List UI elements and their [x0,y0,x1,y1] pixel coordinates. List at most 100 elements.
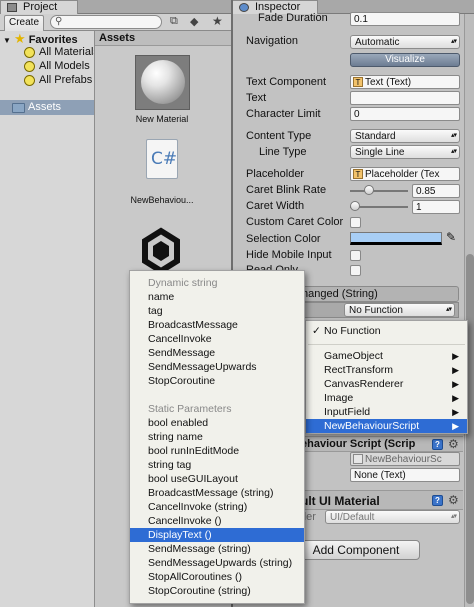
menu-item-bool-runineditmode[interactable]: bool runInEditMode [130,444,304,458]
line-type-dropdown[interactable]: Single Line [350,145,460,159]
text-field[interactable] [350,91,460,105]
submenu-arrow-icon: ▶ [452,407,459,417]
assets-breadcrumb-label[interactable]: Assets [99,32,135,44]
menu-item-name[interactable]: name [130,290,304,304]
assets-breadcrumb: Assets [95,31,231,46]
menu-item-newbehaviourscript[interactable]: NewBehaviourScript ▶ [306,419,467,433]
caret-width-slider-knob[interactable] [350,201,360,211]
ui-material-title: ult UI Material [301,494,380,508]
unity-logo-icon[interactable] [137,227,185,275]
menu-item-label: NewBehaviourScript [324,420,420,432]
menu-item-sendmessageupwards-string[interactable]: SendMessageUpwards (string) [130,556,304,570]
menu-item-no-function[interactable]: ✓ No Function [306,324,467,338]
menu-item-displaytext[interactable]: DisplayText () [130,528,304,542]
add-component-button[interactable]: Add Component [292,540,420,560]
content-type-label: Content Type [246,130,312,142]
favorite-item-prefabs[interactable]: All Prefabs [24,73,92,88]
search-input[interactable] [50,15,162,29]
help-icon[interactable]: ? [432,439,443,450]
menu-item-stopcoroutine[interactable]: StopCoroutine [130,374,304,388]
menu-separator [308,344,465,345]
help-icon[interactable]: ? [432,495,443,506]
submenu-arrow-icon: ▶ [452,365,459,375]
star-icon: ★ [13,31,26,46]
eyedropper-icon[interactable]: ✎ [446,230,456,244]
menu-item-sendmessage[interactable]: SendMessage [130,346,304,360]
text-component-label: Text Component [246,76,327,88]
caret-blink-slider-knob[interactable] [364,185,374,195]
expand-arrow-icon[interactable]: ▼ [3,36,11,45]
placeholder-field[interactable]: T Placeholder (Tex [350,167,460,181]
filter-label-icon[interactable]: ◆ [190,15,198,28]
read-only-checkbox[interactable] [350,265,361,276]
menu-item-label: No Function [324,325,381,337]
menu-item-cancelinvoke[interactable]: CancelInvoke [130,332,304,346]
gear-icon[interactable]: ⚙ [448,494,459,506]
menu-item-label: RectTransform [324,364,394,376]
fade-duration-field[interactable]: 0.1 [350,12,460,26]
caret-blink-rate-label: Caret Blink Rate [246,184,327,196]
menu-item-sendmessage-string[interactable]: SendMessage (string) [130,542,304,556]
favorites-row[interactable]: ▼ ★ Favorites [3,31,78,46]
material-sphere-icon [141,60,185,104]
menu-item-inputfield[interactable]: InputField ▶ [306,405,467,419]
star-icon[interactable]: ★ [212,14,223,28]
menu-item-bool-enabled[interactable]: bool enabled [130,416,304,430]
placeholder-value: Placeholder (Tex [365,169,440,180]
inspector-scrollbar[interactable] [464,14,474,607]
menu-item-gameobject[interactable]: GameObject ▶ [306,349,467,363]
filter-type-icon[interactable]: ⧉ [170,15,178,28]
menu-header-static: Static Parameters [148,403,232,415]
menu-item-image[interactable]: Image ▶ [306,391,467,405]
text-component-field[interactable]: T Text (Text) [350,75,460,89]
visualize-button[interactable]: Visualize [350,53,460,67]
menu-item-canvasrenderer[interactable]: CanvasRenderer ▶ [306,377,467,391]
asset-new-material[interactable] [135,55,190,110]
hide-mobile-input-checkbox[interactable] [350,250,361,261]
caret-blink-rate-field[interactable]: 0.85 [412,184,460,198]
submenu-arrow-icon: ▶ [452,351,459,361]
shader-dropdown[interactable]: UI/Default [325,510,460,524]
gear-icon[interactable]: ⚙ [448,438,459,450]
menu-item-broadcastmessage-string[interactable]: BroadcastMessage (string) [130,486,304,500]
csharp-script-icon[interactable]: C# [146,139,178,179]
caret-blink-slider-track[interactable] [350,190,408,192]
text-target-field[interactable]: None (Text) [350,468,460,482]
menu-item-sendmessageupwards[interactable]: SendMessageUpwards [130,360,304,374]
fade-duration-label: Fade Duration [258,12,328,24]
menu-item-bool-useguilayout[interactable]: bool useGUILayout [130,472,304,486]
selection-color-swatch[interactable] [350,232,442,245]
menu-item-recttransform[interactable]: RectTransform ▶ [306,363,467,377]
project-tab[interactable]: Project [0,0,78,14]
project-tab-label: Project [23,1,58,13]
text-object-icon: T [353,169,363,179]
menu-item-string-tag[interactable]: string tag [130,458,304,472]
script-value: NewBehaviourSc [365,454,442,465]
script-field[interactable]: NewBehaviourSc [350,452,460,466]
custom-caret-color-checkbox[interactable] [350,217,361,228]
text-object-icon: T [353,77,363,87]
caret-width-field[interactable]: 1 [412,200,460,214]
line-type-label: Line Type [259,146,307,158]
menu-item-stopcoroutine-string[interactable]: StopCoroutine (string) [130,584,304,598]
content-type-dropdown[interactable]: Standard [350,129,460,143]
component-menu: ✓ No Function GameObject ▶ RectTransform… [305,320,468,434]
menu-item-string-name[interactable]: string name [130,430,304,444]
selection-color-label: Selection Color [246,233,321,245]
menu-item-stopallcoroutines[interactable]: StopAllCoroutines () [130,570,304,584]
function-dropdown[interactable]: No Function [344,303,455,317]
menu-header-dynamic: Dynamic string [148,277,218,289]
menu-item-cancelinvoke-string[interactable]: CancelInvoke (string) [130,500,304,514]
menu-item-cancelinvoke-empty[interactable]: CancelInvoke () [130,514,304,528]
menu-item-broadcastmessage[interactable]: BroadcastMessage [130,318,304,332]
menu-item-tag[interactable]: tag [130,304,304,318]
favorite-item-models[interactable]: All Models [24,59,90,74]
character-limit-field[interactable]: 0 [350,107,460,121]
event-header-label: hanged (String) [302,288,378,300]
favorite-item-materials[interactable]: All Materials [24,45,99,60]
navigation-dropdown[interactable]: Automatic [350,35,460,49]
assets-folder-row[interactable]: Assets [0,100,94,115]
folder-icon [7,3,17,12]
submenu-arrow-icon: ▶ [452,421,459,431]
submenu-arrow-icon: ▶ [452,379,459,389]
